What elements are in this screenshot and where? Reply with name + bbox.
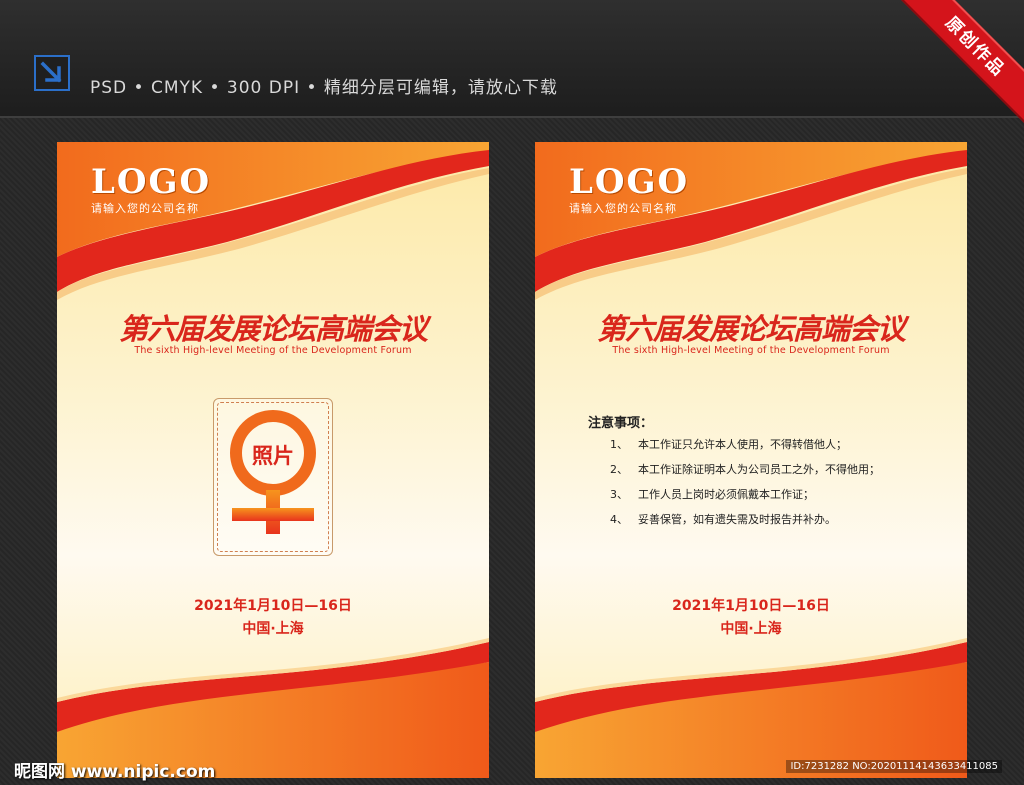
event-title: 第六届发展论坛高端会议 bbox=[118, 312, 428, 346]
note-text: 工作人员上岗时必须佩戴本工作证； bbox=[638, 488, 814, 501]
event-location: 中国·上海 bbox=[242, 621, 304, 637]
photo-frame[interactable]: 照片 bbox=[213, 398, 333, 556]
logo-text: LOGO bbox=[569, 162, 690, 202]
badge-back-card: LOGO 请输入您的公司名称 第六届发展论坛高端会议 The sixth Hig… bbox=[535, 142, 967, 778]
company-name-placeholder: 请输入您的公司名称 bbox=[569, 202, 677, 215]
note-number: 2、 bbox=[610, 463, 628, 476]
notes-list: 1、 本工作证只允许本人使用，不得转借他人； 2、 本工作证除证明本人为公司员工之外… bbox=[610, 436, 880, 536]
list-item: 4、 妥善保管，如有遗失需及时报告并补办。 bbox=[610, 511, 880, 536]
event-location: 中国·上海 bbox=[720, 621, 782, 637]
notes-heading: 注意事项： bbox=[588, 416, 654, 431]
note-text: 本工作证除证明本人为公司员工之外，不得他用； bbox=[638, 463, 880, 476]
female-symbol-icon bbox=[230, 410, 316, 534]
event-subtitle: The sixth High-level Meeting of the Deve… bbox=[134, 345, 412, 356]
site-watermark: 昵图网 www.nipic.com bbox=[14, 762, 216, 782]
image-id-watermark: ID:7231282 NO:20201114143633411085 bbox=[786, 760, 1002, 773]
note-number: 1、 bbox=[610, 438, 628, 451]
note-number: 3、 bbox=[610, 488, 628, 501]
note-text: 妥善保管，如有遗失需及时报告并补办。 bbox=[638, 513, 836, 526]
ribbon-label: 原创作品 bbox=[894, 0, 1024, 128]
header-bar: PSD • CMYK • 300 DPI • 精细分层可编辑，请放心下载 bbox=[0, 0, 1024, 118]
event-subtitle: The sixth High-level Meeting of the Deve… bbox=[612, 345, 890, 356]
note-text: 本工作证只允许本人使用，不得转借他人； bbox=[638, 438, 847, 451]
list-item: 3、 工作人员上岗时必须佩戴本工作证； bbox=[610, 486, 880, 511]
event-date: 2021年1月10日—16日 bbox=[194, 598, 352, 614]
list-item: 2、 本工作证除证明本人为公司员工之外，不得他用； bbox=[610, 461, 880, 486]
company-name-placeholder: 请输入您的公司名称 bbox=[91, 202, 199, 215]
event-title: 第六届发展论坛高端会议 bbox=[596, 312, 906, 346]
photo-label: 照片 bbox=[252, 444, 294, 468]
download-arrow-icon[interactable] bbox=[34, 55, 70, 91]
file-spec-text: PSD • CMYK • 300 DPI • 精细分层可编辑，请放心下载 bbox=[90, 78, 558, 98]
event-date: 2021年1月10日—16日 bbox=[672, 598, 830, 614]
note-number: 4、 bbox=[610, 513, 628, 526]
logo-text: LOGO bbox=[91, 162, 212, 202]
badge-front-card: LOGO 请输入您的公司名称 第六届发展论坛高端会议 The sixth Hig… bbox=[57, 142, 489, 778]
list-item: 1、 本工作证只允许本人使用，不得转借他人； bbox=[610, 436, 880, 461]
original-work-ribbon: 原创作品 bbox=[894, 0, 1024, 130]
